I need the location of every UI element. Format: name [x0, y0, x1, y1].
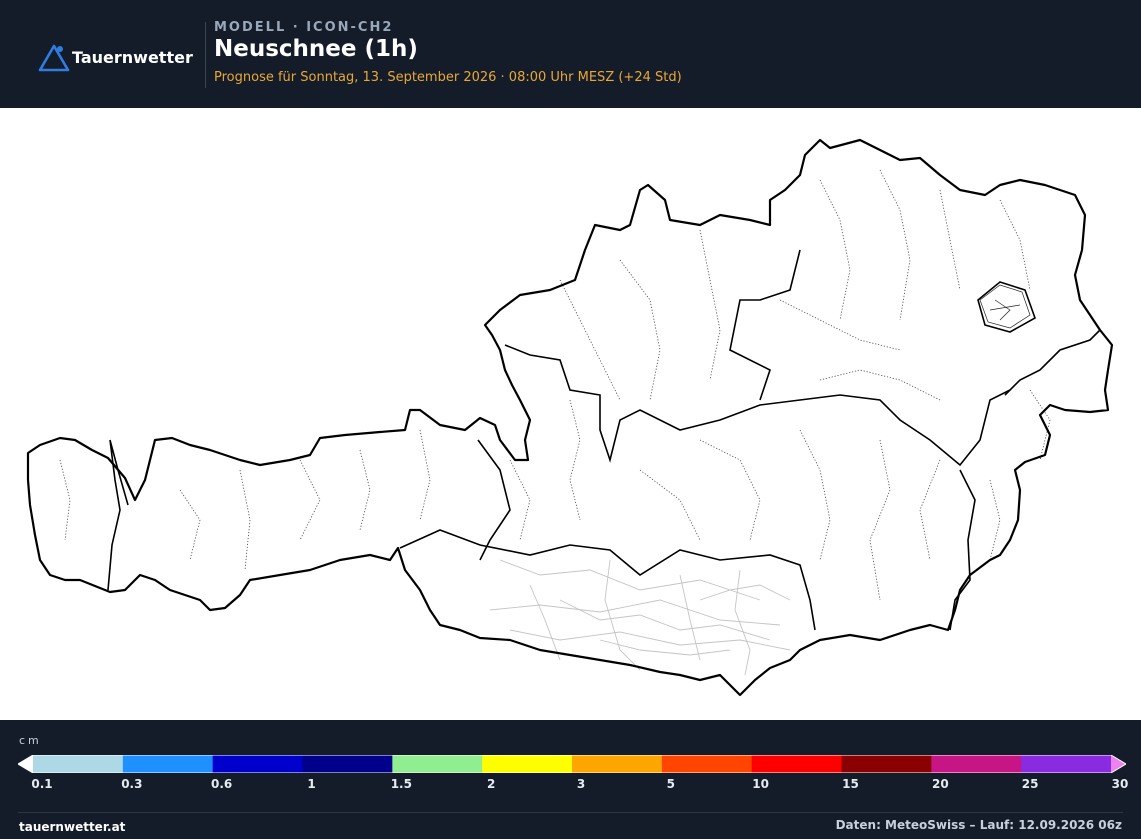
legend-tick-label: 10 [752, 777, 770, 791]
footer: cm 0.1 0.3 0.6 1 1.5 2 3 5 10 15 20 25 30 tauernwett… [0, 720, 1141, 839]
legend-tick-label: 30 [1111, 777, 1129, 791]
legend-tick-label: 15 [842, 777, 859, 791]
legend-tick-label: 0.3 [121, 777, 143, 791]
legend-tick-label: 3 [576, 777, 586, 791]
legend-colorbar [18, 755, 1126, 773]
legend-tick-label: 2 [486, 777, 496, 791]
mountain-triangle-icon [38, 44, 70, 72]
legend-color-segment [931, 755, 1022, 773]
legend-tick-label: 0.1 [31, 777, 53, 791]
legend-color-segment [122, 755, 214, 773]
legend-color-segment [751, 755, 842, 773]
logo[interactable]: Tauernwetter [38, 42, 193, 72]
legend-color-segment [841, 755, 932, 773]
header: Tauernwetter MODELL · ICON-CH2 Neuschnee… [0, 0, 1141, 108]
legend-color-segment [392, 755, 483, 773]
footer-divider [18, 812, 1123, 813]
page-title: Neuschnee (1h) [214, 36, 418, 62]
data-source: Daten: MeteoSwiss – Lauf: 12.09.2026 06z [835, 818, 1122, 832]
map-area [0, 108, 1141, 720]
site-link[interactable]: tauernwetter.at [19, 820, 125, 834]
legend-tick-label: 5 [666, 777, 676, 791]
legend-tick-label: 0.6 [211, 777, 233, 791]
legend-color-segment [482, 755, 573, 773]
map-country-border [26, 138, 1114, 697]
map-lines-carinthia [489, 559, 791, 676]
legend-tick-label: 1.5 [390, 777, 412, 791]
legend-color-segment [1021, 755, 1112, 773]
legend-color-segment [661, 755, 753, 773]
legend-tick-label: 20 [931, 777, 949, 791]
map-district-borders [59, 169, 1051, 601]
legend-unit: cm [19, 734, 42, 747]
header-divider [205, 22, 206, 88]
legend-under-arrow [18, 755, 33, 773]
legend-color-segment [212, 755, 303, 773]
legend-color-segment [302, 755, 393, 773]
forecast-subtitle: Prognose für Sonntag, 13. September 2026… [214, 70, 682, 85]
logo-text: Tauernwetter [72, 47, 193, 67]
model-label: MODELL · ICON-CH2 [214, 20, 394, 35]
legend-tick-label: 1 [307, 777, 316, 791]
map-state-borders [107, 249, 1101, 631]
legend-color-segment [33, 755, 124, 773]
legend-over-arrow [1111, 755, 1126, 773]
legend-tick-label: 25 [1021, 777, 1039, 791]
austria-map [26, 138, 1114, 697]
legend-color-segment [572, 755, 663, 773]
